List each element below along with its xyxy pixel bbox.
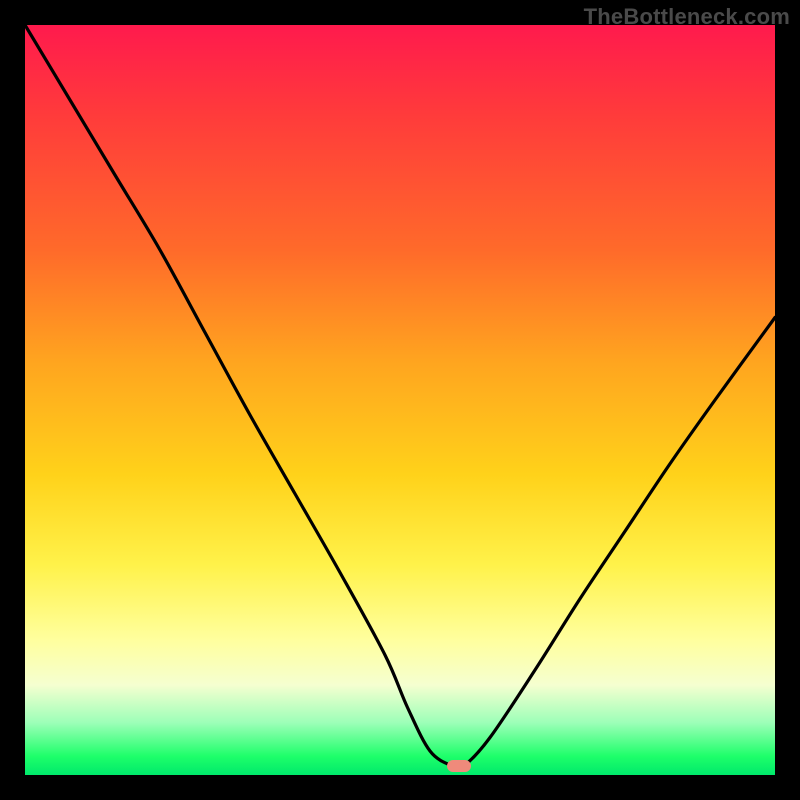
plot-area [25, 25, 775, 775]
stage: TheBottleneck.com [0, 0, 800, 800]
attribution-text: TheBottleneck.com [584, 4, 790, 30]
minimum-marker [447, 760, 471, 772]
bottleneck-curve [25, 25, 775, 769]
chart-svg [25, 25, 775, 775]
